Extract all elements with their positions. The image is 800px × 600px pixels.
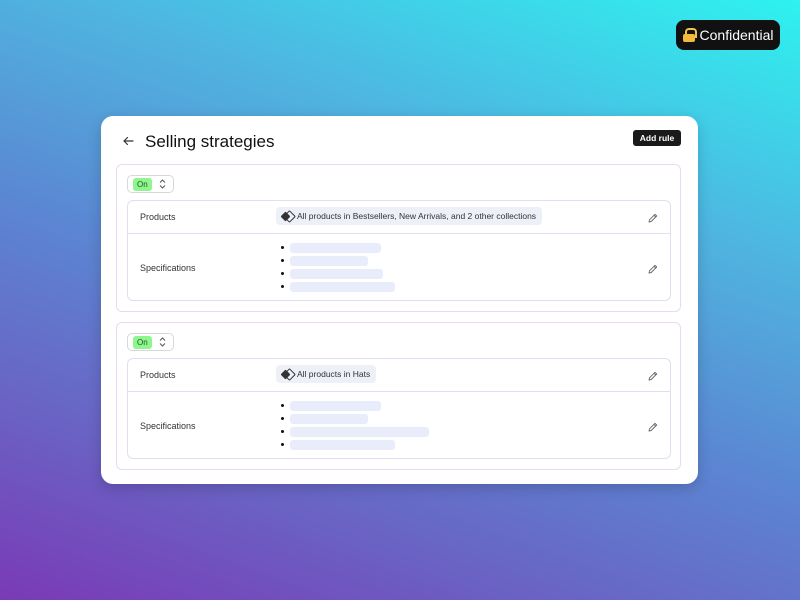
placeholder-bar xyxy=(290,439,395,450)
placeholder-bar xyxy=(290,242,381,253)
status-badge: On xyxy=(133,335,152,349)
confidential-badge: Confidential xyxy=(676,20,780,50)
chevron-up-down-icon xyxy=(159,179,166,189)
page-title: Selling strategies xyxy=(145,132,275,151)
rule-details-table: Products All products in Bestsellers, Ne… xyxy=(127,200,671,301)
selling-strategies-card: Selling strategies Add rule On Products … xyxy=(101,116,698,484)
spec-list xyxy=(281,241,395,293)
placeholder-bar xyxy=(290,268,383,279)
specifications-row: Specifications xyxy=(128,234,670,300)
list-item xyxy=(281,425,429,438)
add-rule-button[interactable]: Add rule xyxy=(633,130,681,146)
edit-specifications-icon[interactable] xyxy=(647,420,659,432)
list-item xyxy=(281,267,395,280)
edit-specifications-icon[interactable] xyxy=(647,262,659,274)
list-item xyxy=(281,438,429,451)
products-value: All products in Hats xyxy=(297,369,371,379)
status-badge: On xyxy=(133,177,152,191)
products-row: Products All products in Hats xyxy=(128,359,670,392)
products-chip: All products in Bestsellers, New Arrival… xyxy=(276,207,543,225)
products-label: Products xyxy=(140,212,176,222)
specifications-label: Specifications xyxy=(140,263,196,273)
rule-card: On Products All products in Hats Specifi… xyxy=(116,322,681,470)
status-select[interactable]: On xyxy=(127,175,174,193)
spec-list xyxy=(281,399,429,451)
confidential-label: Confidential xyxy=(699,27,774,43)
list-item xyxy=(281,254,395,267)
products-row: Products All products in Bestsellers, Ne… xyxy=(128,201,670,234)
edit-products-icon[interactable] xyxy=(647,369,659,381)
placeholder-bar xyxy=(290,255,368,266)
list-item xyxy=(281,280,395,293)
tag-icon xyxy=(282,212,292,221)
rule-card: On Products All products in Bestsellers,… xyxy=(116,164,681,312)
edit-products-icon[interactable] xyxy=(647,211,659,223)
list-item xyxy=(281,241,395,254)
placeholder-bar xyxy=(290,426,429,437)
products-label: Products xyxy=(140,370,176,380)
placeholder-bar xyxy=(290,413,368,424)
status-select[interactable]: On xyxy=(127,333,174,351)
card-header: Selling strategies Add rule xyxy=(101,116,698,164)
specifications-row: Specifications xyxy=(128,392,670,458)
tag-icon xyxy=(282,370,292,379)
rule-details-table: Products All products in Hats Specificat… xyxy=(127,358,671,459)
specifications-label: Specifications xyxy=(140,421,196,431)
placeholder-bar xyxy=(290,400,381,411)
products-value: All products in Bestsellers, New Arrival… xyxy=(297,211,537,221)
lock-icon xyxy=(682,28,697,42)
chevron-up-down-icon xyxy=(159,337,166,347)
back-arrow-icon[interactable] xyxy=(122,135,134,147)
list-item xyxy=(281,412,429,425)
placeholder-bar xyxy=(290,281,395,292)
products-chip: All products in Hats xyxy=(276,365,377,383)
list-item xyxy=(281,399,429,412)
